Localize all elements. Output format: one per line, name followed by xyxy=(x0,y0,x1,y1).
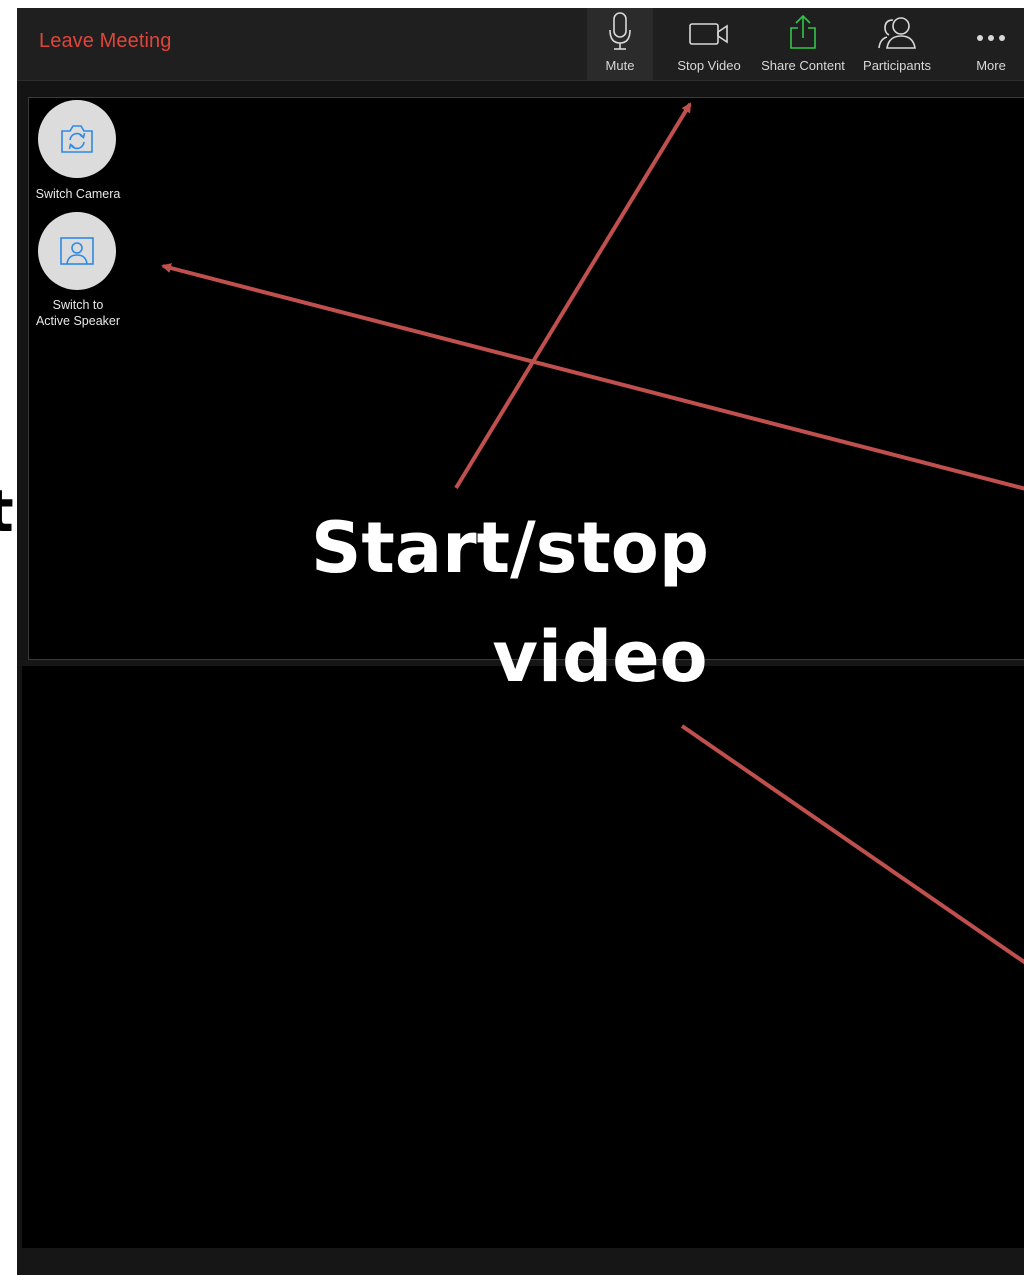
switch-to-label-line2: Active Speaker xyxy=(35,314,121,328)
more-dots-icon xyxy=(976,30,1006,45)
share-content-button[interactable]: Share Content xyxy=(757,8,849,80)
meeting-toolbar: Leave Meeting Mute Stop Video Share Cont… xyxy=(17,8,1024,81)
mute-button[interactable]: Mute xyxy=(587,8,653,80)
microphone-icon xyxy=(608,12,632,55)
mute-label: Mute xyxy=(605,58,635,73)
participants-label: Participants xyxy=(863,58,931,73)
annotation-fragment: t xyxy=(0,482,14,540)
participants-button[interactable]: Participants xyxy=(855,8,939,80)
switch-to-label-line1: Switch to xyxy=(52,298,104,312)
switch-camera-button[interactable] xyxy=(38,100,116,178)
bottom-bar xyxy=(17,1248,1024,1275)
more-label: More xyxy=(976,58,1006,73)
annotation-caption-line1: Start/stop xyxy=(311,507,709,589)
active-speaker-icon xyxy=(60,237,94,265)
stop-video-label: Stop Video xyxy=(677,58,741,73)
annotation-caption-line2: video xyxy=(492,616,708,698)
video-camera-icon xyxy=(689,22,729,49)
share-upload-icon xyxy=(788,14,818,53)
stop-video-button[interactable]: Stop Video xyxy=(674,8,744,80)
participants-icon xyxy=(875,14,919,55)
switch-to-active-speaker-button[interactable] xyxy=(38,212,116,290)
switch-camera-icon xyxy=(61,125,93,153)
active-speaker-video-panel xyxy=(22,666,1024,1248)
switch-camera-label: Switch Camera xyxy=(35,187,121,201)
leave-meeting-button[interactable]: Leave Meeting xyxy=(39,30,172,53)
more-button[interactable]: More xyxy=(963,8,1019,80)
share-content-label: Share Content xyxy=(761,58,845,73)
switch-to-active-speaker-label: Switch to Active Speaker xyxy=(25,297,131,329)
